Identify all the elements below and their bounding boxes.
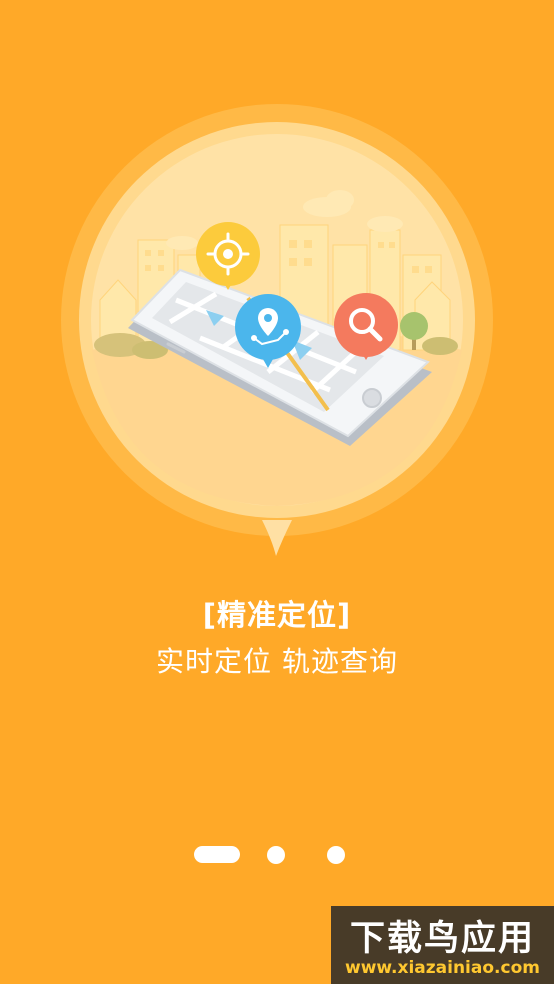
page-indicator-dot-active[interactable] [194, 846, 240, 863]
watermark: 下载鸟应用 www.xiazainiao.com [331, 906, 554, 984]
speech-tail [262, 520, 292, 556]
page-indicator [0, 844, 554, 866]
feature-subtitle: 实时定位 轨迹查询 [156, 645, 398, 678]
feature-title: [精准定位] [202, 598, 352, 632]
watermark-url: www.xiazainiao.com [345, 958, 540, 978]
page-indicator-dot[interactable] [327, 846, 345, 864]
page-indicator-dot[interactable] [267, 846, 285, 864]
onboarding-illustration [61, 104, 493, 556]
watermark-title: 下载鸟应用 [349, 919, 535, 959]
